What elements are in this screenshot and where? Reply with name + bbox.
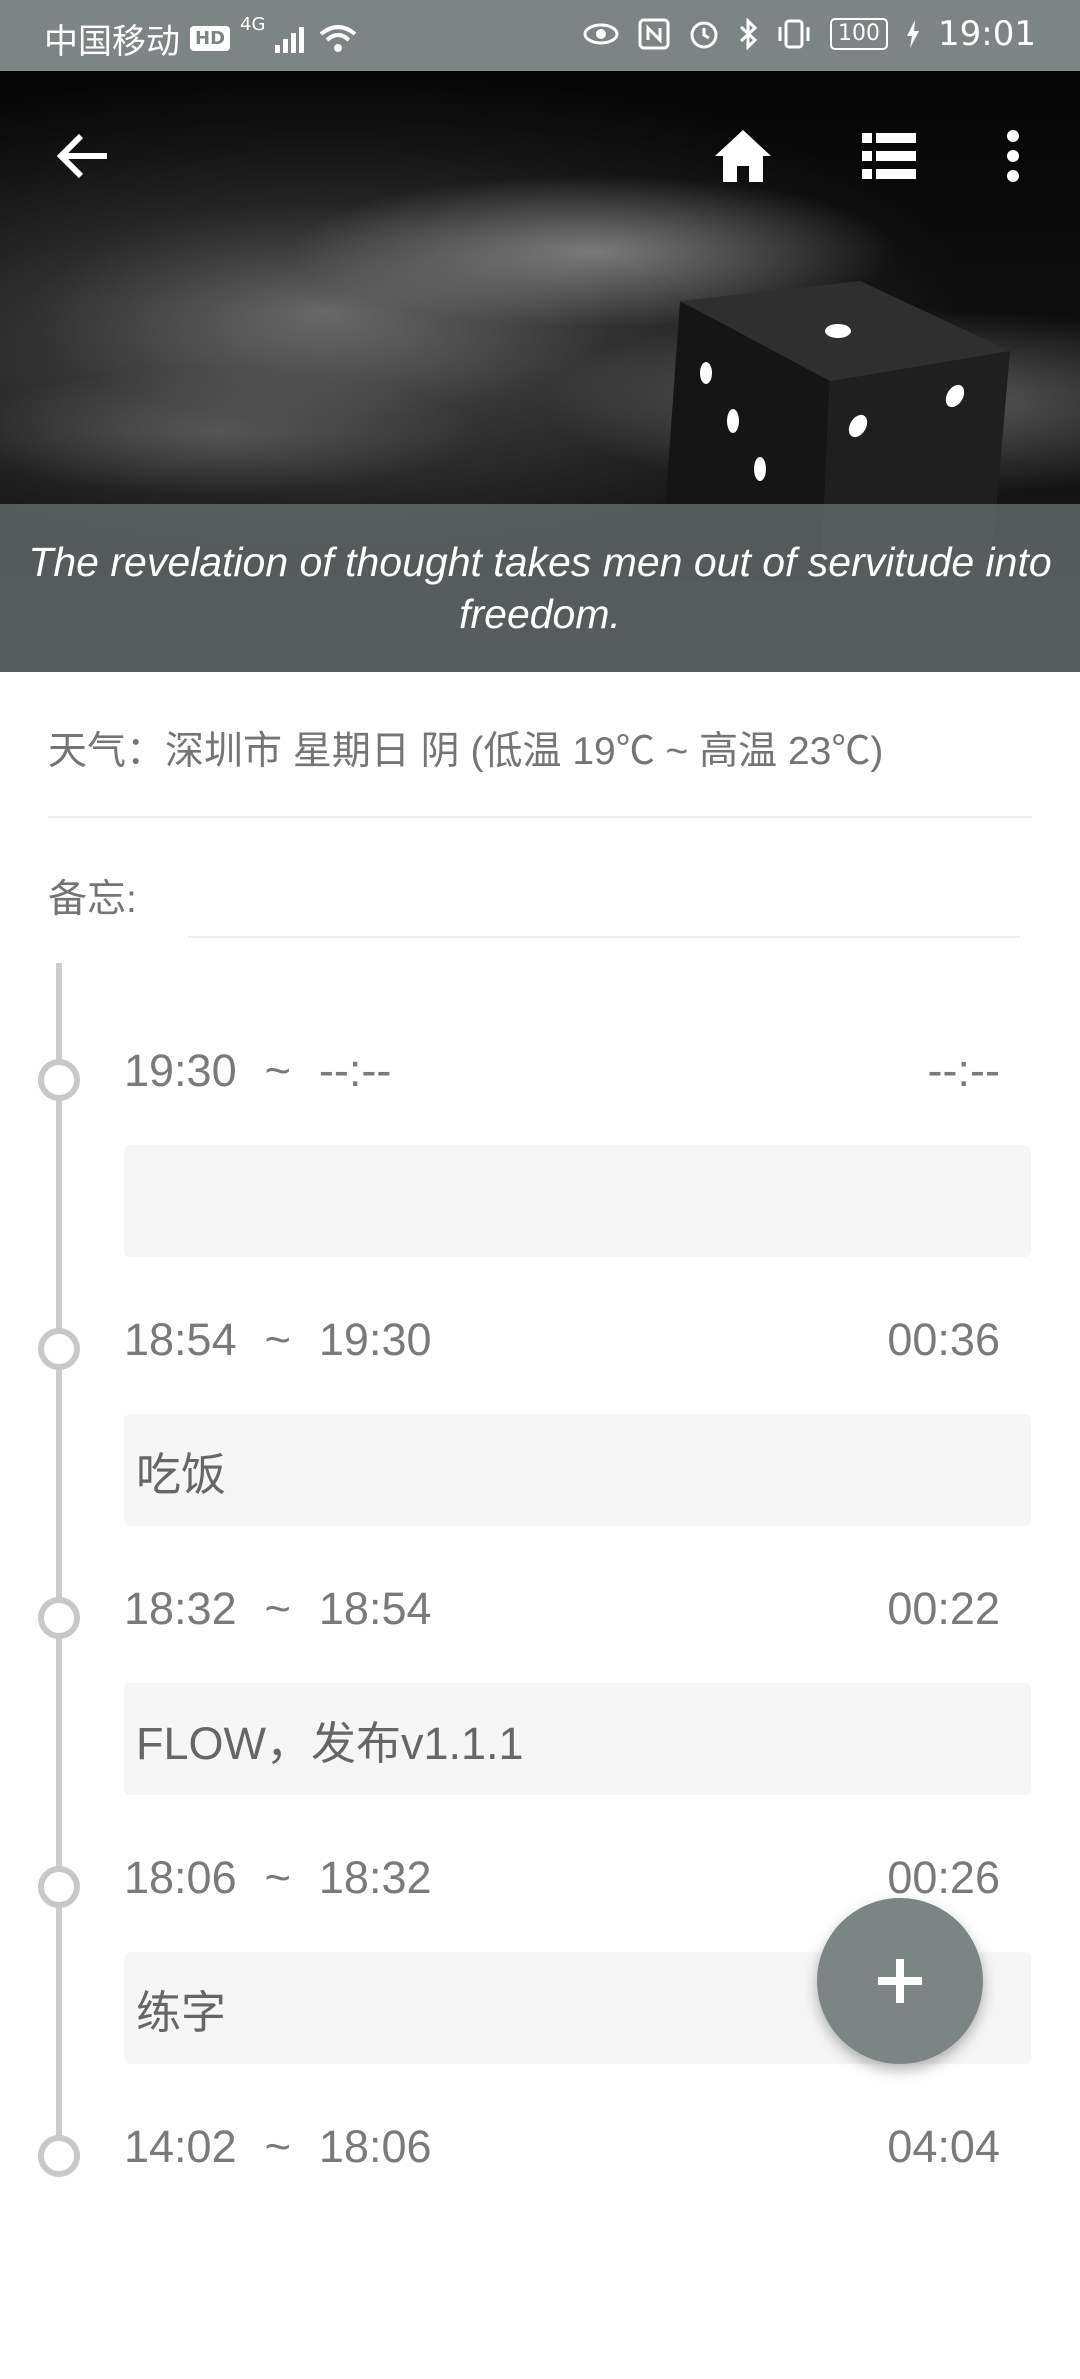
end-time: 18:32 bbox=[318, 1852, 432, 1903]
vibrate-icon bbox=[776, 18, 812, 50]
entry-note[interactable] bbox=[124, 1145, 1031, 1257]
duration: 00:22 bbox=[887, 1583, 1000, 1634]
quote-text: The revelation of thought takes men out … bbox=[28, 539, 1052, 637]
toolbar bbox=[0, 71, 1080, 241]
home-button[interactable] bbox=[708, 121, 778, 191]
end-time: 18:06 bbox=[318, 2121, 432, 2172]
timeline-entry[interactable]: 19:30 ~ --:-- --:-- bbox=[0, 1035, 1080, 1303]
bluetooth-icon bbox=[738, 18, 758, 50]
plus-icon bbox=[878, 1959, 922, 2003]
signal-icon bbox=[275, 25, 309, 53]
time-range: 14:02 ~ 18:06 bbox=[124, 2121, 432, 2173]
timeline-dot-icon bbox=[38, 2135, 80, 2177]
nfc-icon bbox=[638, 18, 670, 50]
hd-badge: HD bbox=[190, 26, 231, 51]
more-options-button[interactable] bbox=[978, 121, 1048, 191]
back-button[interactable] bbox=[48, 121, 118, 191]
more-vert-icon bbox=[1007, 130, 1019, 182]
quote-banner: The revelation of thought takes men out … bbox=[0, 504, 1080, 672]
end-time: 18:54 bbox=[318, 1583, 432, 1634]
time-separator: ~ bbox=[264, 2121, 291, 2172]
timeline-entry[interactable]: 14:02 ~ 18:06 04:04 bbox=[0, 2111, 1080, 2379]
timeline-entry[interactable]: 18:32 ~ 18:54 00:22 FLOW，发布v1.1.1 bbox=[0, 1573, 1080, 1841]
end-time: 19:30 bbox=[318, 1314, 432, 1365]
end-time: --:-- bbox=[318, 1045, 392, 1096]
network-type: 4G bbox=[240, 14, 266, 35]
timeline-entry[interactable]: 18:54 ~ 19:30 00:36 吃饭 bbox=[0, 1304, 1080, 1572]
duration: 04:04 bbox=[887, 2121, 1000, 2172]
charging-icon bbox=[906, 20, 920, 48]
timeline-dot-icon bbox=[38, 1328, 80, 1370]
time-separator: ~ bbox=[264, 1583, 291, 1634]
wifi-icon bbox=[319, 24, 357, 54]
start-time: 18:54 bbox=[124, 1314, 237, 1365]
time-range: 18:54 ~ 19:30 bbox=[124, 1314, 432, 1366]
start-time: 18:06 bbox=[124, 1852, 237, 1903]
time-range: 19:30 ~ --:-- bbox=[124, 1045, 391, 1097]
start-time: 14:02 bbox=[124, 2121, 237, 2172]
status-bar: 中国移动 HD 4G 100 19:01 bbox=[0, 0, 1080, 71]
start-time: 18:32 bbox=[124, 1583, 237, 1634]
carrier-label: 中国移动 bbox=[44, 22, 180, 62]
memo-label: 备忘: bbox=[48, 878, 137, 921]
time-separator: ~ bbox=[264, 1045, 291, 1096]
entry-note[interactable]: FLOW，发布v1.1.1 bbox=[124, 1683, 1031, 1795]
weather-info: 天气：深圳市 星期日 阴 (低温 19℃ ~ 高温 23℃) bbox=[48, 730, 884, 773]
battery-icon: 100 bbox=[830, 18, 889, 50]
time-separator: ~ bbox=[264, 1314, 291, 1365]
duration: 00:36 bbox=[887, 1314, 1000, 1365]
start-time: 19:30 bbox=[124, 1045, 237, 1096]
alarm-icon bbox=[688, 18, 720, 50]
memo-input[interactable] bbox=[188, 936, 1020, 938]
eye-icon bbox=[582, 21, 620, 47]
timeline-dot-icon bbox=[38, 1059, 80, 1101]
time-range: 18:06 ~ 18:32 bbox=[124, 1852, 432, 1904]
entry-note[interactable]: 吃饭 bbox=[124, 1414, 1031, 1526]
time-separator: ~ bbox=[264, 1852, 291, 1903]
add-entry-button[interactable] bbox=[817, 1898, 983, 2064]
divider bbox=[48, 816, 1032, 818]
duration: --:-- bbox=[927, 1045, 1000, 1096]
header-image: The revelation of thought takes men out … bbox=[0, 71, 1080, 672]
home-icon bbox=[715, 130, 771, 182]
back-arrow-icon bbox=[56, 133, 107, 179]
duration: 00:26 bbox=[887, 1852, 1000, 1903]
time-range: 18:32 ~ 18:54 bbox=[124, 1583, 432, 1635]
timeline-dot-icon bbox=[38, 1866, 80, 1908]
list-icon bbox=[862, 133, 916, 179]
status-time: 19:01 bbox=[938, 14, 1036, 54]
list-button[interactable] bbox=[854, 121, 924, 191]
timeline-dot-icon bbox=[38, 1597, 80, 1639]
